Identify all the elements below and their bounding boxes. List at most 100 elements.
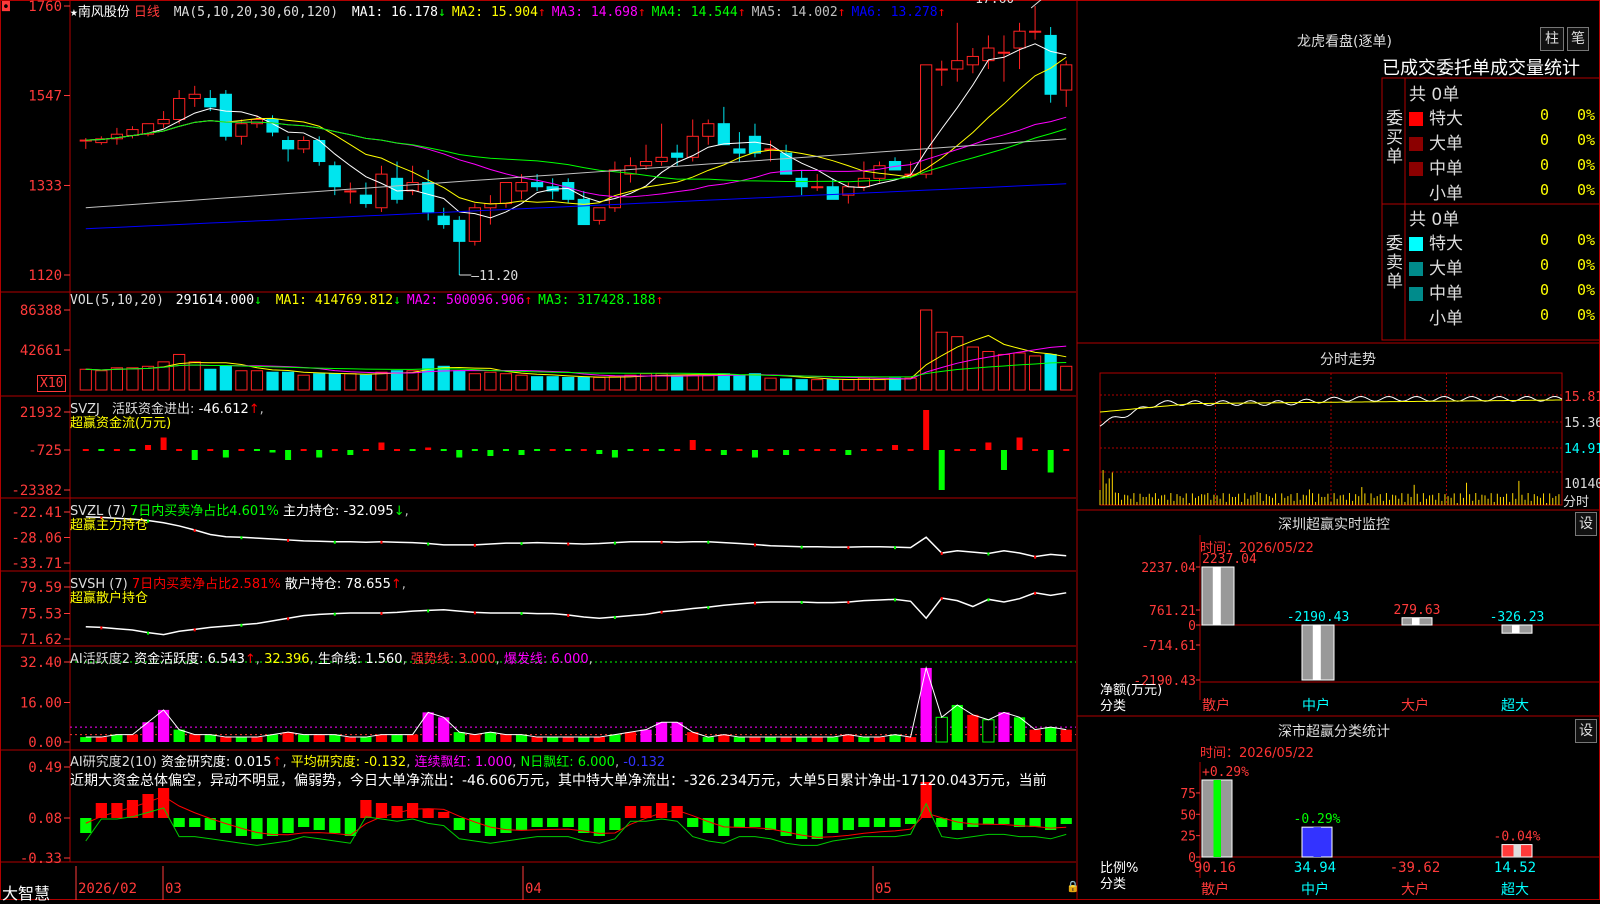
ai-n-label: N日飘红:	[520, 755, 574, 770]
sell-side-label: 委卖单	[1386, 234, 1403, 292]
ai-res-bar	[500, 818, 512, 833]
level-percent: 0%	[1577, 131, 1596, 149]
svsh-dot	[193, 628, 196, 632]
menu-icon[interactable]: ◘	[2, 0, 10, 15]
candle-body	[857, 177, 871, 188]
ai-res-bar	[827, 818, 839, 833]
vol-bar	[188, 361, 201, 391]
level-row: 大单	[1409, 254, 1463, 279]
vol-bar	[204, 368, 217, 391]
ai-life-value: 1.560	[365, 652, 403, 667]
svsh-dot	[753, 601, 756, 605]
ai-act-bar	[406, 734, 419, 742]
ai-res-bar	[951, 818, 963, 830]
level-percent: 0%	[1577, 181, 1596, 199]
vol-ma-value-2: MA2: 500096.906↑	[406, 293, 533, 308]
ai-res-bar	[157, 788, 170, 818]
buy-count: 共 0单	[1409, 85, 1460, 105]
svsh-arrow: ↑	[390, 577, 402, 592]
sell-count: 共 0单	[1409, 210, 1460, 230]
vol-bar	[141, 365, 155, 391]
svsh-dot	[427, 609, 430, 613]
buy-side-label: 委买单	[1386, 109, 1403, 167]
svzl-dot	[193, 529, 196, 533]
ma-arrow: ↑	[937, 5, 946, 20]
svzl-dot	[894, 546, 897, 550]
vol-bar	[250, 370, 264, 391]
vol-bar	[110, 367, 124, 391]
ai-res-label: AI研究度2(10)	[70, 755, 157, 770]
bar-mode-button[interactable]: 柱	[1540, 27, 1564, 51]
candle-body	[437, 215, 450, 226]
ai-res-bar	[438, 812, 450, 818]
ai-strong-value: 3.000	[458, 652, 496, 667]
candle-body	[1060, 64, 1073, 91]
ai-act-bar	[484, 732, 497, 742]
ai-act-bar	[764, 737, 777, 742]
classify-settings-button[interactable]: 设	[1575, 719, 1597, 743]
svzl-dot	[520, 542, 523, 546]
ai-act-bar	[453, 732, 465, 742]
vol-bar	[422, 358, 435, 391]
ai-life-label: 生命线:	[317, 652, 362, 667]
candle-body	[344, 190, 357, 193]
vol-bar	[1044, 353, 1057, 391]
vol-bar	[748, 373, 762, 391]
ma-arrow: ↑	[537, 5, 546, 20]
ai-res-value: 0.015	[234, 755, 272, 770]
ai-act-bar	[655, 722, 668, 742]
vol-ma-line	[85, 345, 1067, 380]
ai-act-value: 6.543	[207, 652, 245, 667]
svzj-bar	[720, 450, 727, 455]
ai-act-bar	[1060, 729, 1072, 742]
level-row: 中单	[1409, 154, 1463, 179]
candle-body	[935, 68, 948, 71]
ai-last-value: -0.132	[623, 755, 666, 770]
candle-body	[639, 161, 653, 167]
candle-body	[499, 182, 513, 205]
ai-res-bar	[562, 818, 574, 827]
ai-act-bar	[951, 704, 963, 742]
level-percent: 0%	[1577, 281, 1596, 299]
monitor-bar-highlight	[1312, 625, 1321, 680]
high-label: 17.60	[975, 0, 1014, 7]
level-name: 特大	[1429, 109, 1463, 129]
svzj-bar	[222, 450, 229, 458]
vol-arrow: ↓	[254, 293, 262, 308]
x-label: 05	[875, 881, 892, 897]
ai-res-bar	[655, 803, 668, 818]
x-label: 04	[525, 881, 542, 897]
ai-act-tick-label: 16.00	[20, 695, 62, 711]
ai-res-bar	[842, 818, 854, 830]
ai-act-bar	[811, 737, 823, 742]
candle-body	[219, 93, 232, 137]
ai-act-bar	[344, 737, 356, 742]
vol-bar	[593, 376, 606, 391]
svzj-bar	[269, 450, 276, 453]
brand-label: 大智慧	[2, 884, 51, 903]
tick-mode-button[interactable]: 笔	[1567, 27, 1589, 51]
ai-res-bar	[873, 818, 886, 827]
monitor-tick-label: -714.61	[1141, 639, 1196, 654]
ma-line-1	[85, 43, 1067, 219]
ma-arrow: ↓	[437, 5, 446, 20]
vol-bar	[235, 370, 248, 391]
ai-burst-label: 爆发线:	[503, 652, 548, 667]
period-label[interactable]: 日线	[134, 5, 160, 20]
svsh-sub: 超赢散户持仓	[70, 591, 149, 606]
svzl-dot	[567, 542, 570, 546]
ma-label: MA(5,10,20,30,60,120)	[173, 5, 339, 20]
ai-res-tick-label: -0.33	[20, 851, 62, 867]
vol-bar	[79, 368, 92, 391]
ai-act-hollow	[982, 719, 995, 743]
svzl-dot	[940, 552, 943, 556]
ai-act-bar	[1029, 729, 1041, 742]
monitor-settings-button[interactable]: 设	[1575, 512, 1597, 536]
stock-name[interactable]: 南风股份	[78, 5, 130, 20]
ai-act-bar	[422, 712, 434, 742]
svsh-dot	[800, 600, 803, 604]
ai-res-tick-label: 0.49	[28, 760, 62, 776]
candle-body	[157, 118, 170, 125]
lock-icon[interactable]: 🔒	[1066, 880, 1080, 893]
ai-act-bar	[640, 729, 652, 742]
